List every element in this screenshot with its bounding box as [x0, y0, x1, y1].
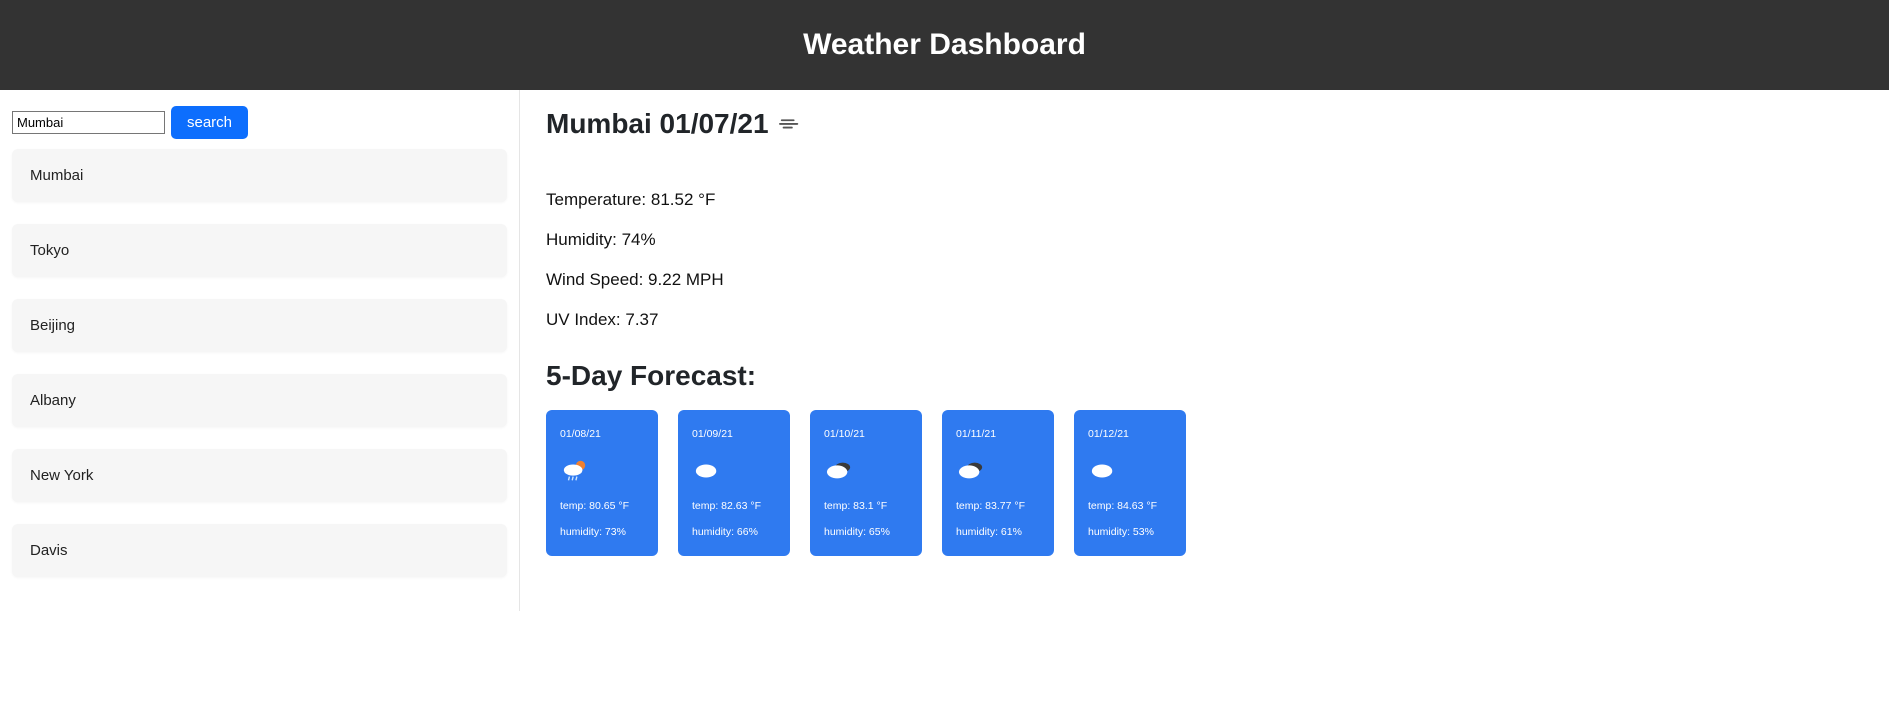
forecast-card: 01/12/21 temp: 84.63 °F humidity: 53%: [1074, 410, 1186, 556]
history-item[interactable]: Tokyo: [12, 224, 507, 277]
app-title: Weather Dashboard: [0, 28, 1889, 62]
forecast-temp: temp: 83.77 °F: [956, 500, 1040, 512]
broken-clouds-icon: [956, 458, 1040, 484]
forecast-temp: temp: 80.65 °F: [560, 500, 644, 512]
current-uv: UV Index: 7.37: [546, 310, 1863, 330]
forecast-temp: temp: 83.1 °F: [824, 500, 908, 512]
forecast-date: 01/08/21: [560, 428, 644, 440]
history-item[interactable]: Beijing: [12, 299, 507, 352]
main-panel: Mumbai 01/07/21 Temperature: 81.52 °F Hu…: [520, 90, 1889, 611]
current-wind: Wind Speed: 9.22 MPH: [546, 270, 1863, 290]
history-item[interactable]: Mumbai: [12, 149, 507, 202]
forecast-date: 01/10/21: [824, 428, 908, 440]
forecast-humidity: humidity: 65%: [824, 526, 908, 538]
broken-clouds-icon: [824, 458, 908, 484]
current-humidity: Humidity: 74%: [546, 230, 1863, 250]
forecast-row: 01/08/21 temp: 80.65 °F humidity: 73% 01…: [546, 410, 1863, 556]
history-item[interactable]: Davis: [12, 524, 507, 577]
sidebar: search Mumbai Tokyo Beijing Albany New Y…: [0, 90, 520, 611]
forecast-date: 01/12/21: [1088, 428, 1172, 440]
forecast-title: 5-Day Forecast:: [546, 360, 1863, 392]
app-header: Weather Dashboard: [0, 0, 1889, 90]
forecast-humidity: humidity: 66%: [692, 526, 776, 538]
forecast-humidity: humidity: 61%: [956, 526, 1040, 538]
forecast-date: 01/11/21: [956, 428, 1040, 440]
forecast-temp: temp: 82.63 °F: [692, 500, 776, 512]
forecast-card: 01/09/21 temp: 82.63 °F humidity: 66%: [678, 410, 790, 556]
few-clouds-rain-icon: [560, 458, 644, 484]
forecast-humidity: humidity: 73%: [560, 526, 644, 538]
forecast-card: 01/10/21 temp: 83.1 °F humidity: 65%: [810, 410, 922, 556]
cloud-icon: [1088, 458, 1172, 484]
search-input[interactable]: [12, 111, 165, 134]
history-item[interactable]: New York: [12, 449, 507, 502]
current-city-date: Mumbai 01/07/21: [546, 108, 769, 140]
history-item[interactable]: Albany: [12, 374, 507, 427]
search-button[interactable]: search: [171, 106, 248, 139]
cloud-icon: [692, 458, 776, 484]
current-weather-header: Mumbai 01/07/21: [546, 108, 1863, 140]
search-row: search: [12, 106, 507, 139]
forecast-card: 01/08/21 temp: 80.65 °F humidity: 73%: [546, 410, 658, 556]
current-temperature: Temperature: 81.52 °F: [546, 190, 1863, 210]
wind-icon: [779, 112, 801, 137]
forecast-card: 01/11/21 temp: 83.77 °F humidity: 61%: [942, 410, 1054, 556]
forecast-temp: temp: 84.63 °F: [1088, 500, 1172, 512]
forecast-humidity: humidity: 53%: [1088, 526, 1172, 538]
forecast-date: 01/09/21: [692, 428, 776, 440]
current-stats: Temperature: 81.52 °F Humidity: 74% Wind…: [546, 190, 1863, 330]
